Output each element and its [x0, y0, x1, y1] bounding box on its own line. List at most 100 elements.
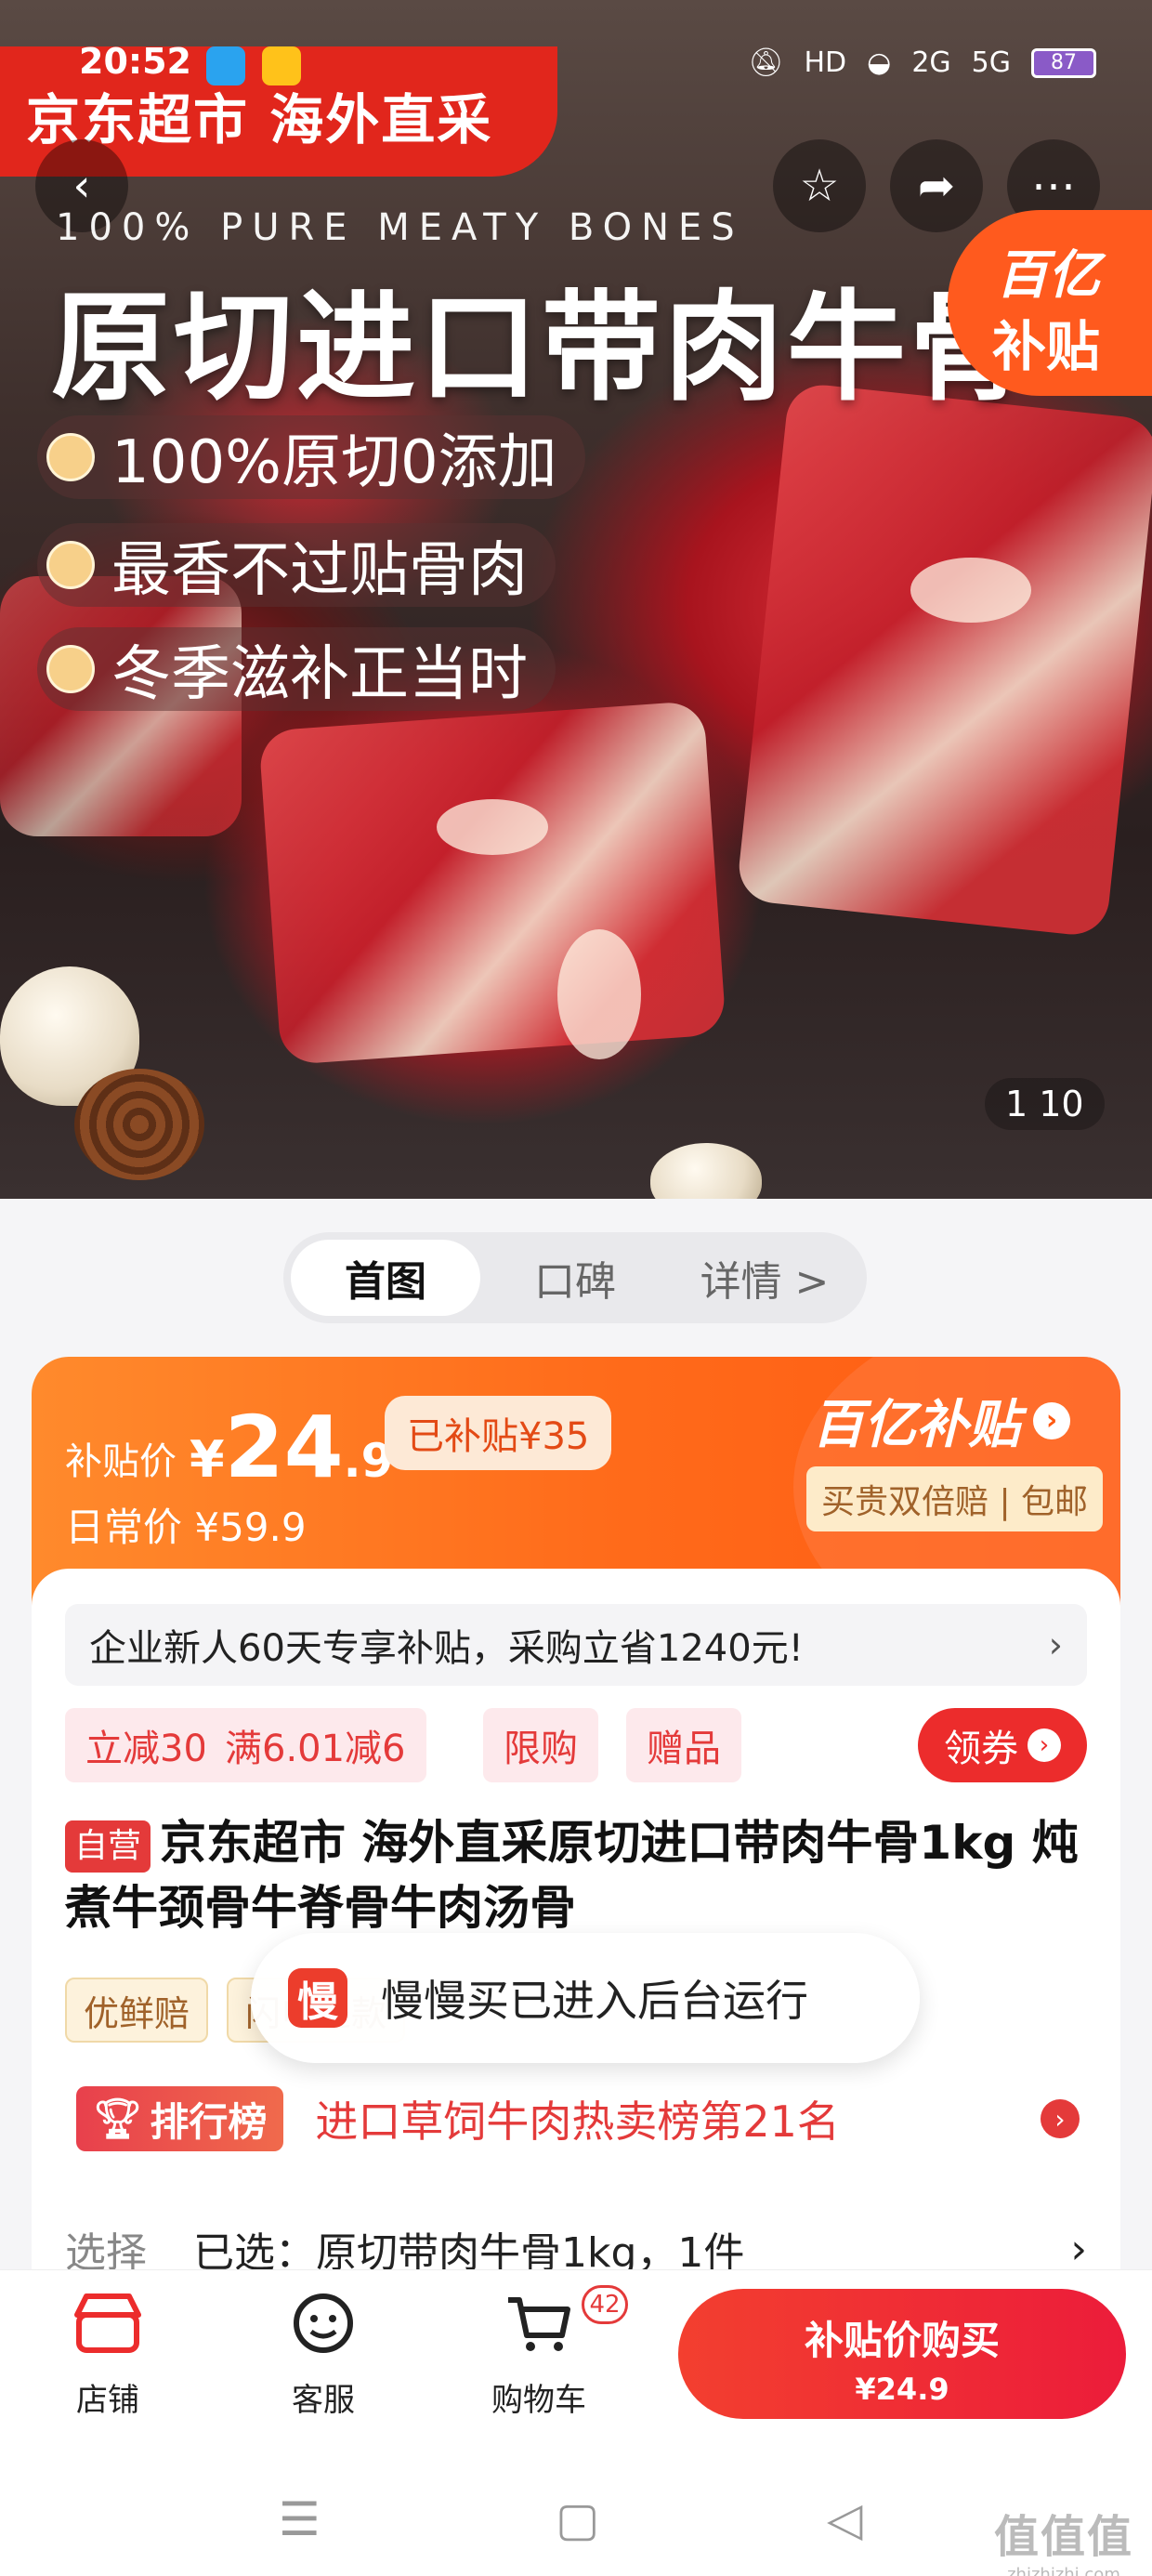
price-integer: 24: [224, 1398, 344, 1497]
system-nav-bar: ☰ ▢ ◁: [0, 2455, 1152, 2576]
background-running-toast: 慢 慢慢买已进入后台运行: [251, 1933, 920, 2063]
store-label: 店铺: [76, 2382, 139, 2419]
subsidy-price-label: 补贴价: [65, 1440, 177, 1483]
status-bar: 20:52 🔕︎ HD ◒ 2G 5G 87: [0, 0, 1152, 85]
pinecone: [74, 1069, 204, 1180]
customer-service-icon: [286, 2289, 360, 2358]
menu-nav-icon[interactable]: ☰: [279, 2492, 321, 2546]
product-info-card: 企业新人60天专享补贴，采购立省1240元! › 立减30 满6.01减6 限购…: [32, 1569, 1120, 2277]
status-icons: 🔕︎ HD ◒ 2G 5G 87: [748, 46, 1096, 79]
bullet-dot-icon: [46, 433, 95, 481]
mute-icon: 🔕︎: [748, 46, 784, 79]
image-pager: 1 10: [985, 1078, 1105, 1130]
subsidy-price: ¥24.9: [190, 1398, 393, 1497]
home-nav-icon[interactable]: ▢: [556, 2492, 599, 2546]
hero-bullet-text: 最香不过贴骨肉: [111, 536, 528, 605]
subsidized-amount-badge: 已补贴¥35: [385, 1396, 612, 1470]
more-dots-icon: ⋯: [1031, 160, 1076, 212]
app-notification-icon: [262, 46, 301, 85]
watermark-main: 值值值: [993, 2511, 1133, 2563]
ranking-badge-label: 排行榜: [150, 2098, 268, 2145]
signal-5g-icon: 5G: [971, 46, 1011, 79]
buy-with-subsidy-button[interactable]: 补贴价购买 ¥24.9: [678, 2289, 1126, 2419]
regular-price: 日常价 ¥59.9: [65, 1505, 307, 1550]
site-watermark: 值值值 zhizhizhi.com: [994, 2500, 1133, 2576]
store-icon: [71, 2289, 145, 2358]
product-title: 自营 京东超市 海外直采原切进口带肉牛骨1kg 炖煮牛颈骨牛脊骨牛肉汤骨: [65, 1810, 1087, 1940]
star-icon: ☆: [799, 160, 840, 212]
customer-service-label: 客服: [292, 2382, 355, 2419]
meat-marble: [437, 799, 548, 855]
toast-text: 慢慢买已进入后台运行: [381, 1976, 808, 2026]
guarantee-badge[interactable]: 买贵双倍赔 | 包邮: [806, 1466, 1104, 1531]
get-coupon-button[interactable]: 领券 ›: [918, 1708, 1087, 1782]
manmanmai-app-icon: 慢: [288, 1968, 347, 2028]
buy-button-price: ¥24.9: [855, 2372, 949, 2407]
cart-count-badge: 42: [582, 2285, 628, 2324]
tab-main-image[interactable]: 首图: [291, 1240, 480, 1316]
bullet-dot-icon: [46, 541, 95, 589]
product-title-text: 京东超市 海外直采原切进口带肉牛骨1kg 炖煮牛颈骨牛脊骨牛肉汤骨: [65, 1816, 1079, 1935]
customer-service-button[interactable]: 客服: [258, 2289, 388, 2420]
favorite-button[interactable]: ☆: [773, 139, 866, 232]
meat-block: [735, 381, 1152, 939]
garlic: [650, 1143, 762, 1199]
chevron-right-icon: ›: [1033, 1401, 1070, 1439]
purchase-limit-tag[interactable]: 限购: [483, 1708, 598, 1782]
ranking-row[interactable]: 🏆︎ 排行榜 进口草饲牛肉热卖榜第21名 ›: [76, 2082, 1080, 2156]
chevron-right-icon: ›: [1048, 1624, 1063, 1665]
back-arrow-icon: ‹: [72, 160, 91, 212]
tab-details[interactable]: 详情 >: [670, 1240, 859, 1316]
store-button[interactable]: 店铺: [43, 2289, 173, 2420]
hero-title: 原切进口带肉牛骨: [51, 279, 1033, 417]
watermark-url: zhizhizhi.com: [1007, 2565, 1120, 2576]
trophy-icon: 🏆︎: [93, 2096, 143, 2141]
hero-bullet: 冬季滋补正当时: [37, 627, 556, 711]
meat-block: [258, 700, 727, 1066]
bullet-dot-icon: [46, 645, 95, 693]
subsidy-brand-link[interactable]: 百亿补贴 ›: [812, 1383, 1070, 1458]
fresh-guarantee-tag[interactable]: 优鲜赔: [65, 1978, 209, 2043]
hero-bullet: 100%原切0添加: [37, 415, 585, 499]
back-nav-icon[interactable]: ◁: [827, 2492, 862, 2546]
media-tabs: 首图 口碑 详情 >: [283, 1232, 867, 1323]
chevron-right-icon: ›: [1041, 2099, 1080, 2138]
share-button[interactable]: ➦: [890, 139, 983, 232]
product-detail-page: 京东超市 海外直采 20:52 🔕︎ HD ◒ 2G 5G 87 ‹ ☆ ➦ ⋯: [0, 0, 1152, 2576]
chevron-right-icon: ›: [1028, 1728, 1061, 1762]
cart-button[interactable]: 42 购物车: [474, 2285, 628, 2420]
signal-2g-icon: 2G: [911, 46, 951, 79]
hero-subtitle: 100% PURE MEATY BONES: [56, 206, 744, 249]
meat-marble: [910, 558, 1031, 623]
hd-icon: HD: [804, 46, 847, 79]
cart-label: 购物车: [491, 2382, 586, 2419]
gift-tag[interactable]: 赠品: [626, 1708, 741, 1782]
ranking-text: 进口草饲牛肉热卖榜第21名: [315, 2096, 840, 2147]
tab-reviews[interactable]: 口碑: [480, 1240, 670, 1316]
subsidy-badge: 百亿 补贴: [948, 210, 1152, 396]
subsidy-badge-line1: 百亿: [996, 245, 1100, 306]
self-operated-badge: 自营: [65, 1820, 151, 1873]
telegram-app-icon: [206, 46, 245, 85]
enterprise-promo-bar[interactable]: 企业新人60天专享补贴，采购立省1240元! ›: [65, 1604, 1087, 1686]
coupon-label: 领券: [944, 1728, 1018, 1770]
product-hero-image[interactable]: 京东超市 海外直采 20:52 🔕︎ HD ◒ 2G 5G 87 ‹ ☆ ➦ ⋯: [0, 0, 1152, 1199]
subsidy-brand-text: 百亿补贴: [812, 1395, 1020, 1455]
hero-bullet-text: 冬季滋补正当时: [111, 640, 528, 709]
share-icon: ➦: [917, 160, 956, 212]
subsidy-badge-line2: 补贴: [992, 315, 1101, 378]
price-currency: ¥: [190, 1430, 225, 1489]
wifi-icon: ◒: [867, 46, 892, 79]
meat-marble: [557, 929, 641, 1059]
hero-bullet: 最香不过贴骨肉: [37, 523, 556, 607]
status-time: 20:52: [79, 41, 191, 82]
discount-tag[interactable]: 立减30: [65, 1708, 228, 1782]
ranking-badge: 🏆︎ 排行榜: [76, 2086, 284, 2151]
hero-bullet-text: 100%原切0添加: [111, 428, 557, 497]
chevron-right-icon: ›: [1070, 2225, 1087, 2273]
promo-text: 企业新人60天专享补贴，采购立省1240元!: [89, 1627, 804, 1670]
threshold-discount-tag[interactable]: 满6.01减6: [204, 1708, 426, 1782]
bottom-action-bar: 店铺 客服 42 购物车 补贴价购买 ¥24.9: [0, 2269, 1152, 2455]
cart-icon: 42: [502, 2285, 628, 2358]
battery-icon: 87: [1031, 47, 1096, 78]
